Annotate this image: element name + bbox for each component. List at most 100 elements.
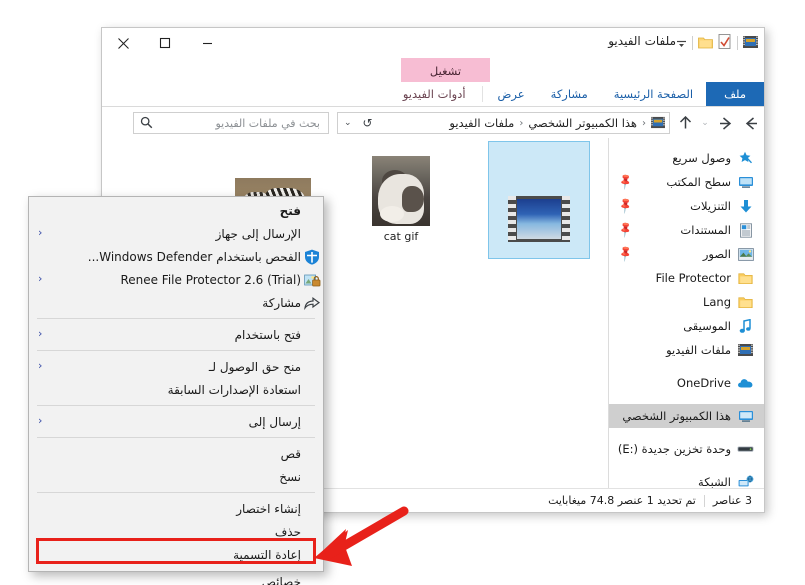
sidebar-item-file-protector[interactable]: File Protector: [609, 266, 764, 290]
menu-item-cut[interactable]: قص: [29, 442, 323, 465]
close-icon[interactable]: [102, 28, 144, 58]
status-item-count: 3 عناصر: [712, 494, 752, 507]
sidebar-item-label: وصول سريع: [672, 151, 731, 165]
menu-item-label: Renee File Protector 2.6 (Trial): [120, 272, 301, 287]
submenu-arrow-icon: ‹: [38, 327, 43, 340]
breadcrumb-this-pc[interactable]: هذا الكمبيوتر الشخصي: [526, 116, 639, 130]
menu-item-label: الفحص باستخدام Windows Defender...: [87, 249, 301, 264]
menu-item-copy[interactable]: نسخ: [29, 465, 323, 488]
menu-item-send-to[interactable]: إرسال إلى ‹: [29, 410, 323, 433]
search-input[interactable]: بحث في ملفات الفيديو: [133, 112, 329, 134]
menu-item-rename[interactable]: إعادة التسمية: [29, 543, 323, 566]
file-item-video[interactable]: [488, 141, 590, 259]
renee-lock-icon: [303, 271, 321, 288]
pin-icon[interactable]: 📌: [616, 196, 635, 215]
search-placeholder: بحث في ملفات الفيديو: [215, 116, 321, 130]
tab-share[interactable]: مشاركة: [538, 82, 601, 106]
menu-item-open[interactable]: فتح: [29, 199, 323, 222]
up-arrow-icon[interactable]: [672, 110, 698, 136]
navigation-pane: وصول سريع سطح المكتب 📌 التنزيلات 📌 المست…: [608, 138, 764, 489]
sidebar-item-this-pc[interactable]: هذا الكمبيوتر الشخصي: [609, 404, 764, 428]
video-folder-icon: [651, 114, 665, 133]
menu-item-label: الإرسال إلى جهاز: [215, 226, 301, 241]
contextual-group-video-tools: تشغيل: [401, 58, 490, 83]
menu-item-label: إرسال إلى: [248, 414, 301, 429]
address-bar-row: ⌄ ‹ هذا الكمبيوتر الشخصي ‹ ملفات الفيديو…: [102, 108, 764, 138]
menu-item-label: إنشاء اختصار: [236, 501, 301, 516]
context-menu: فتح الإرسال إلى جهاز ‹ الفحص باستخدام Wi…: [28, 196, 324, 585]
menu-item-properties[interactable]: خصائص: [29, 570, 323, 585]
desktop-icon: [737, 174, 754, 190]
properties-icon[interactable]: [718, 33, 732, 53]
menu-item-label: قص: [280, 446, 301, 461]
pin-icon[interactable]: 📌: [616, 172, 635, 191]
chevron-down-icon[interactable]: ⌄: [338, 118, 358, 128]
menu-item-label: فتح: [279, 203, 301, 218]
screenshot-canvas: ملفات الفيديو تشغيل ملف الصفحة الرئيسية …: [0, 0, 805, 585]
sidebar-item-videos[interactable]: ملفات الفيديو: [609, 338, 764, 362]
menu-item-restore-previous-versions[interactable]: استعادة الإصدارات السابقة: [29, 378, 323, 401]
address-bar[interactable]: ‹ هذا الكمبيوتر الشخصي ‹ ملفات الفيديو ⌄…: [337, 112, 670, 134]
sidebar-item-downloads[interactable]: التنزيلات 📌: [609, 194, 764, 218]
sidebar-item-pictures[interactable]: الصور 📌: [609, 242, 764, 266]
tab-video-tools[interactable]: أدوات الفيديو: [389, 82, 480, 106]
video-folder-icon: [737, 342, 754, 358]
file-name-label: cat gif: [383, 230, 419, 243]
menu-item-open-with[interactable]: فتح باستخدام ‹: [29, 323, 323, 346]
submenu-arrow-icon: ‹: [38, 359, 43, 372]
pc-icon: [737, 408, 754, 424]
recent-locations-caret-icon[interactable]: ⌄: [698, 110, 712, 136]
pictures-icon: [737, 246, 754, 262]
qat-divider: [692, 36, 693, 50]
breadcrumb-videos[interactable]: ملفات الفيديو: [447, 116, 516, 130]
sidebar-item-desktop[interactable]: سطح المكتب 📌: [609, 170, 764, 194]
video-folder-icon[interactable]: [743, 34, 758, 53]
menu-item-delete[interactable]: حذف: [29, 520, 323, 543]
file-thumbnail: [350, 142, 452, 226]
tab-home[interactable]: الصفحة الرئيسية: [601, 82, 706, 106]
sidebar-item-lang[interactable]: Lang: [609, 290, 764, 314]
breadcrumb-separator: ‹: [519, 117, 524, 129]
title-bar: ملفات الفيديو: [102, 28, 764, 58]
window-controls: [102, 28, 228, 58]
sidebar-item-music[interactable]: الموسيقى: [609, 314, 764, 338]
forward-arrow-icon[interactable]: [738, 110, 764, 136]
search-icon[interactable]: [140, 116, 153, 132]
status-selection-info: تم تحديد 1 عنصر 74.8 ميغابايت: [548, 494, 696, 507]
minimize-icon[interactable]: [186, 28, 228, 58]
back-arrow-icon[interactable]: [712, 110, 738, 136]
menu-item-cast-to-device[interactable]: الإرسال إلى جهاز ‹: [29, 222, 323, 245]
menu-item-share[interactable]: مشاركة: [29, 291, 323, 314]
sidebar-item-drive-e[interactable]: وحدة تخزين جديدة (:E): [609, 437, 764, 461]
menu-item-create-shortcut[interactable]: إنشاء اختصار: [29, 497, 323, 520]
qat-divider: [737, 36, 738, 50]
pin-icon[interactable]: 📌: [616, 220, 635, 239]
sidebar-item-label: الشبكة: [698, 475, 731, 489]
new-folder-icon[interactable]: [698, 34, 713, 53]
menu-item-give-access-to[interactable]: منح حق الوصول لـ ‹: [29, 355, 323, 378]
window-title: ملفات الفيديو: [608, 34, 676, 48]
tab-file[interactable]: ملف: [706, 82, 764, 106]
sidebar-item-label: وحدة تخزين جديدة (:E): [617, 442, 731, 456]
refresh-icon[interactable]: ↺: [358, 116, 378, 130]
sidebar-item-quick-access[interactable]: وصول سريع: [609, 146, 764, 170]
breadcrumb-separator: ‹: [642, 117, 646, 129]
file-item-cat-gif[interactable]: cat gif: [350, 142, 452, 243]
tab-view[interactable]: عرض: [485, 82, 538, 106]
sidebar-item-label: ملفات الفيديو: [666, 343, 731, 357]
folder-icon: [737, 294, 754, 310]
menu-item-scan-with-defender[interactable]: الفحص باستخدام Windows Defender...: [29, 245, 323, 268]
customize-caret-icon[interactable]: [676, 34, 687, 53]
submenu-arrow-icon: ‹: [38, 414, 43, 427]
sidebar-item-documents[interactable]: المستندات 📌: [609, 218, 764, 242]
status-divider: [703, 494, 705, 507]
sidebar-item-onedrive[interactable]: OneDrive: [609, 371, 764, 395]
menu-item-label: منح حق الوصول لـ: [208, 359, 301, 374]
maximize-icon[interactable]: [144, 28, 186, 58]
folder-icon: [737, 270, 754, 286]
menu-item-renee-file-protector[interactable]: Renee File Protector 2.6 (Trial) ‹: [29, 268, 323, 291]
pin-icon[interactable]: 📌: [616, 244, 635, 263]
